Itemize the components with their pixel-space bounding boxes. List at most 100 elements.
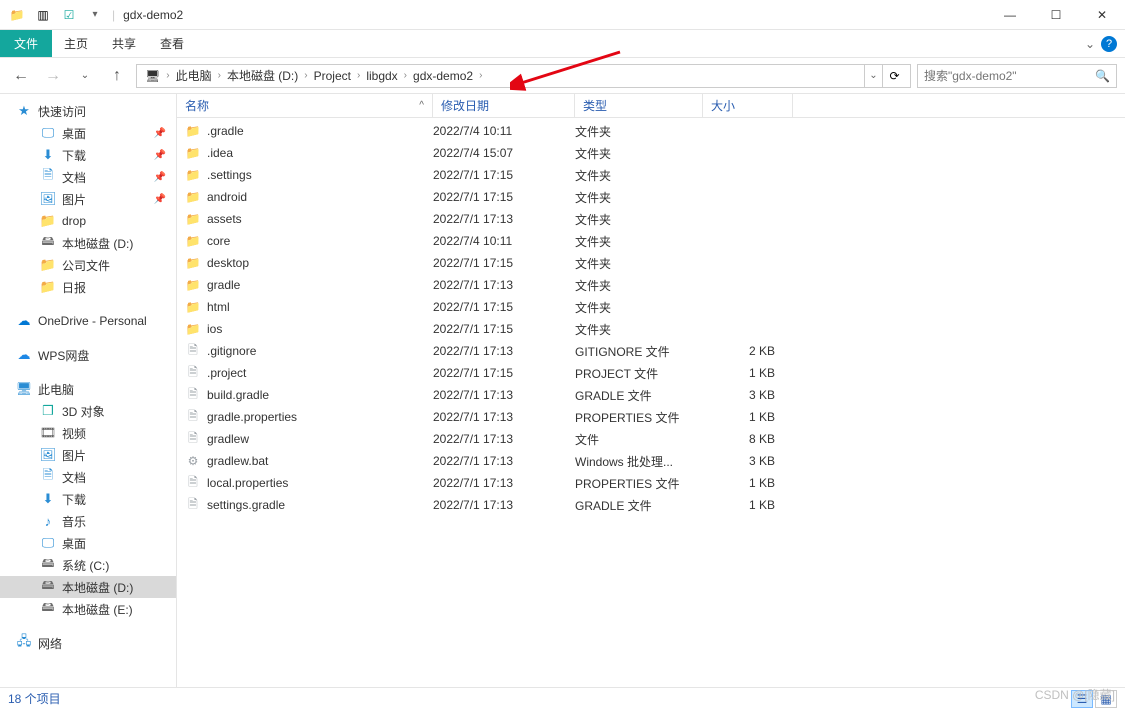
col-date[interactable]: 修改日期 [433,94,575,117]
tab-view[interactable]: 查看 [148,30,196,57]
file-row[interactable]: 🗎build.gradle 2022/7/1 17:13 GRADLE 文件 3… [177,384,1125,406]
search-box[interactable]: 🔍 [917,64,1117,88]
close-button[interactable]: ✕ [1079,0,1125,30]
breadcrumb-seg-1[interactable]: 本地磁盘 (D:) [223,67,302,84]
file-type: PROPERTIES 文件 [575,409,703,426]
breadcrumb-seg-2[interactable]: Project [310,69,355,83]
pc-icon: 🖥 [16,381,32,397]
file-row[interactable]: 📁assets 2022/7/1 17:13 文件夹 [177,208,1125,230]
file-row[interactable]: 📁ios 2022/7/1 17:15 文件夹 [177,318,1125,340]
sidebar-item-pc-8[interactable]: 🖴本地磁盘 (D:) [0,576,176,598]
pic-icon: 🖼 [40,191,56,207]
file-type: 文件夹 [575,211,703,228]
bat-icon: ⚙ [185,453,201,469]
search-input[interactable] [924,69,1095,83]
file-size: 2 KB [703,344,793,358]
sidebar-item-qa-1[interactable]: ⬇下载📌 [0,144,176,166]
desktop-icon: 🖵 [40,535,56,551]
file-name: .idea [207,146,233,160]
folder-icon: 📁 [185,233,201,249]
sidebar-this-pc[interactable]: 🖥 此电脑 [0,378,176,400]
sidebar-onedrive[interactable]: ☁ OneDrive - Personal [0,310,176,332]
tab-home[interactable]: 主页 [52,30,100,57]
maximize-button[interactable]: ☐ [1033,0,1079,30]
sidebar-network[interactable]: 🖧 网络 [0,632,176,654]
file-date: 2022/7/1 17:13 [433,344,575,358]
address-history-icon[interactable]: ⌄ [864,65,882,87]
help-icon[interactable]: ? [1101,36,1117,52]
back-button[interactable]: ← [8,63,34,89]
sidebar-item-pc-3[interactable]: 🗎文档 [0,466,176,488]
sidebar-item-qa-2[interactable]: 🗎文档📌 [0,166,176,188]
col-name[interactable]: 名称^ [177,94,433,117]
col-type[interactable]: 类型 [575,94,703,117]
file-row[interactable]: 📁.gradle 2022/7/4 10:11 文件夹 [177,120,1125,142]
file-row[interactable]: 📁.idea 2022/7/4 15:07 文件夹 [177,142,1125,164]
breadcrumb-seg-4[interactable]: gdx-demo2 [409,69,477,83]
tab-file[interactable]: 文件 [0,30,52,57]
sidebar-item-qa-7[interactable]: 📁日报 [0,276,176,298]
sidebar-item-pc-4[interactable]: ⬇下载 [0,488,176,510]
file-date: 2022/7/1 17:13 [433,410,575,424]
file-row[interactable]: 📁gradle 2022/7/1 17:13 文件夹 [177,274,1125,296]
file-row[interactable]: 📁core 2022/7/4 10:11 文件夹 [177,230,1125,252]
sidebar-item-qa-5[interactable]: 🖴本地磁盘 (D:) [0,232,176,254]
sidebar-item-pc-0[interactable]: ❒3D 对象 [0,400,176,422]
file-row[interactable]: 🗎.project 2022/7/1 17:15 PROJECT 文件 1 KB [177,362,1125,384]
address-bar[interactable]: 🖥 › 此电脑 › 本地磁盘 (D:) › Project › libgdx ›… [136,64,911,88]
tab-share[interactable]: 共享 [100,30,148,57]
up-button[interactable]: ↑ [104,63,130,89]
file-row[interactable]: 📁android 2022/7/1 17:15 文件夹 [177,186,1125,208]
refresh-button[interactable]: ⟳ [882,65,906,87]
breadcrumb-pc-icon[interactable]: 🖥 [141,69,164,83]
file-date: 2022/7/1 17:13 [433,432,575,446]
forward-button[interactable]: → [40,63,66,89]
drive-icon: 🖴 [40,601,56,617]
recent-dropdown-icon[interactable]: ⌄ [72,63,98,89]
folder-app-icon: 📁 [6,4,28,26]
search-icon[interactable]: 🔍 [1095,69,1110,83]
file-row[interactable]: 🗎gradle.properties 2022/7/1 17:13 PROPER… [177,406,1125,428]
file-row[interactable]: 📁.settings 2022/7/1 17:15 文件夹 [177,164,1125,186]
file-row[interactable]: 📁desktop 2022/7/1 17:15 文件夹 [177,252,1125,274]
sidebar-quick-access[interactable]: ★ 快速访问 [0,100,176,122]
file-row[interactable]: 🗎local.properties 2022/7/1 17:13 PROPERT… [177,472,1125,494]
qat-properties-icon[interactable]: ▥ [32,4,54,26]
sidebar-item-pc-9[interactable]: 🖴本地磁盘 (E:) [0,598,176,620]
sidebar-wps[interactable]: ☁ WPS网盘 [0,344,176,366]
file-icon: 🗎 [185,365,201,381]
file-date: 2022/7/1 17:15 [433,256,575,270]
qat-checkbox-icon[interactable]: ☑ [58,4,80,26]
sidebar-item-pc-2[interactable]: 🖼图片 [0,444,176,466]
sidebar-item-pc-6[interactable]: 🖵桌面 [0,532,176,554]
sidebar-item-pc-5[interactable]: ♪音乐 [0,510,176,532]
sidebar-item-qa-3[interactable]: 🖼图片📌 [0,188,176,210]
minimize-button[interactable]: — [987,0,1033,30]
file-type: GRADLE 文件 [575,387,703,404]
qat-dropdown-icon[interactable]: ▾ [84,4,106,26]
sidebar-item-qa-0[interactable]: 🖵桌面📌 [0,122,176,144]
file-row[interactable]: 🗎gradlew 2022/7/1 17:13 文件 8 KB [177,428,1125,450]
file-row[interactable]: 🗎settings.gradle 2022/7/1 17:13 GRADLE 文… [177,494,1125,516]
drive-icon: 🖴 [40,579,56,595]
file-name: local.properties [207,476,288,490]
status-text: 18 个项目 [8,690,61,707]
sidebar-item-pc-7[interactable]: 🖴系统 (C:) [0,554,176,576]
file-type: 文件夹 [575,167,703,184]
file-name: assets [207,212,242,226]
file-row[interactable]: 📁html 2022/7/1 17:15 文件夹 [177,296,1125,318]
file-type: 文件夹 [575,189,703,206]
file-name: gradlew [207,432,249,446]
sidebar-item-pc-1[interactable]: 🎞视频 [0,422,176,444]
sidebar-item-qa-4[interactable]: 📁drop [0,210,176,232]
sidebar-item-qa-6[interactable]: 📁公司文件 [0,254,176,276]
network-icon: 🖧 [16,635,32,651]
ribbon-expand-icon[interactable]: ⌄ [1085,37,1095,51]
file-row[interactable]: ⚙gradlew.bat 2022/7/1 17:13 Windows 批处理.… [177,450,1125,472]
col-size[interactable]: 大小 [703,94,793,117]
breadcrumb-seg-3[interactable]: libgdx [362,69,401,83]
file-size: 8 KB [703,432,793,446]
file-row[interactable]: 🗎.gitignore 2022/7/1 17:13 GITIGNORE 文件 … [177,340,1125,362]
file-type: 文件夹 [575,123,703,140]
breadcrumb-seg-0[interactable]: 此电脑 [172,67,216,84]
